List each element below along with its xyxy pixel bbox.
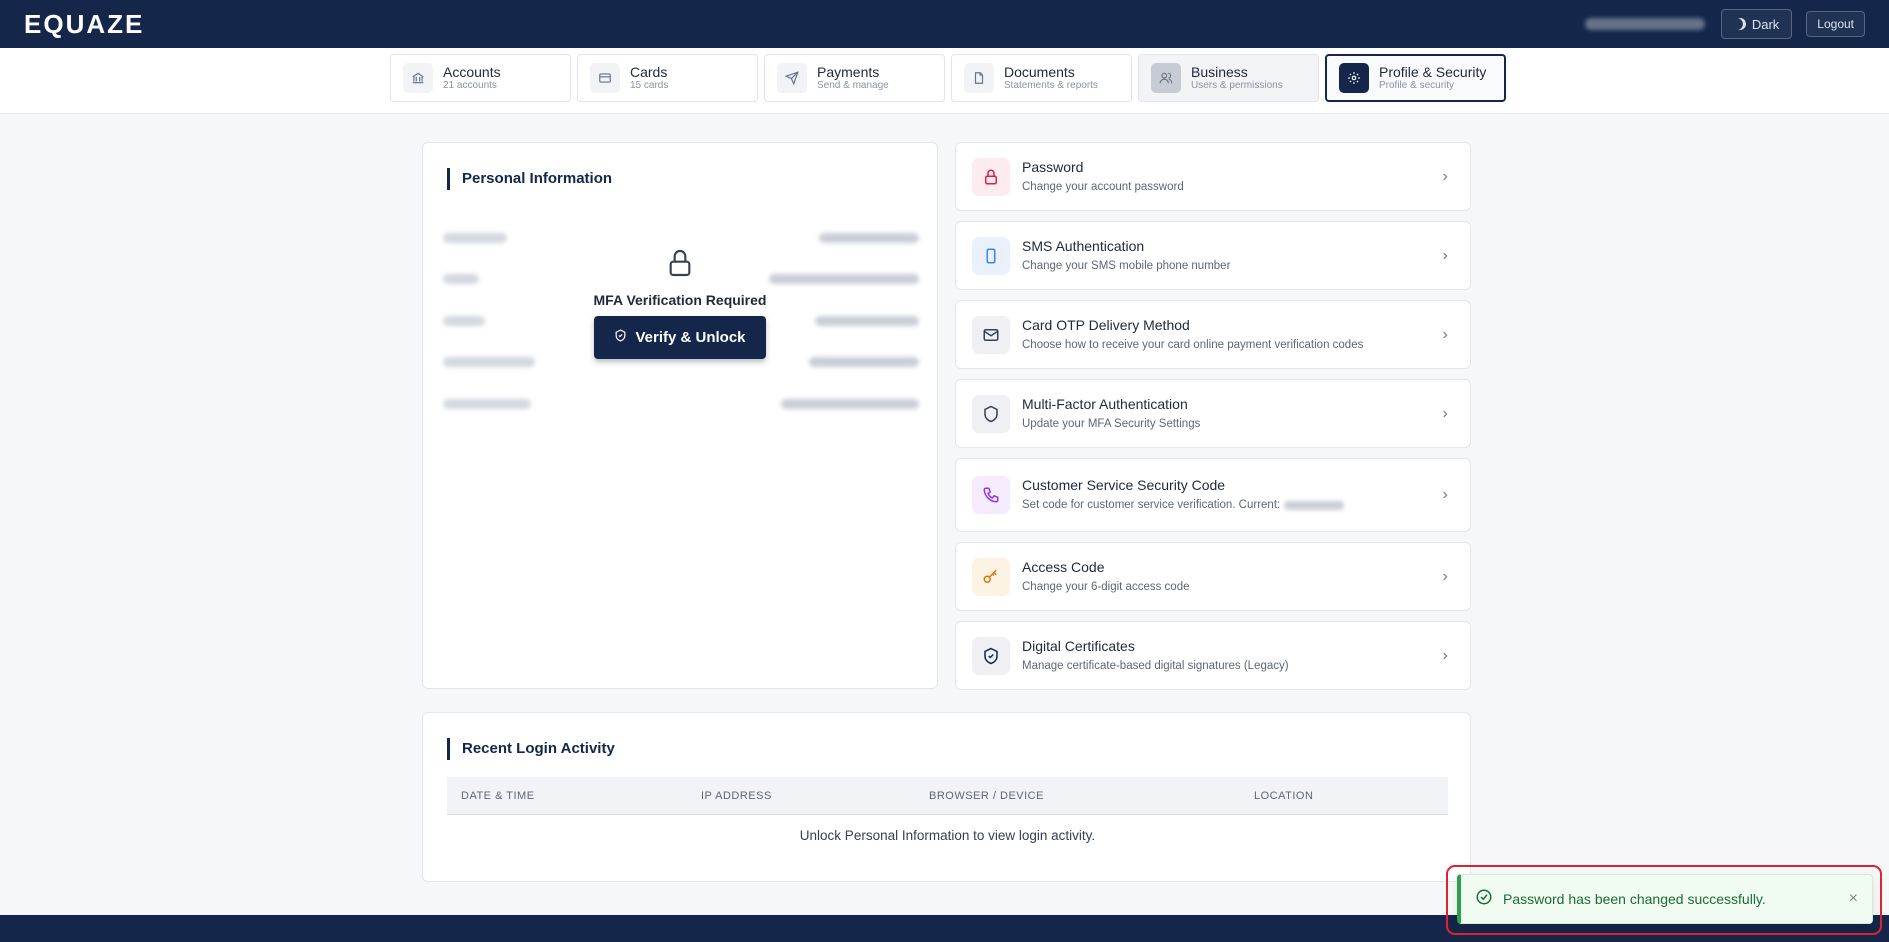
phone-call-icon — [972, 476, 1010, 514]
logo: EQUAZE — [24, 8, 145, 39]
column-header: LOCATION — [1254, 789, 1314, 802]
tab-subtitle: Send & manage — [817, 80, 889, 92]
phone-icon — [972, 236, 1010, 275]
option-title: Multi-Factor Authentication — [1022, 395, 1188, 412]
option-subtitle: Change your 6-digit access code — [1022, 580, 1190, 593]
option-subtitle: Set code for customer service verificati… — [1022, 499, 1281, 512]
option-title: SMS Authentication — [1022, 237, 1145, 254]
shield-icon — [972, 394, 1010, 433]
header-actions: Dark Logout — [1584, 9, 1865, 39]
check-circle-icon — [1475, 888, 1493, 911]
mail-icon — [972, 315, 1010, 354]
tab-accounts[interactable]: Accounts 21 accounts — [390, 54, 571, 102]
bank-icon — [403, 63, 433, 93]
option-subtitle: Change your account password — [1022, 180, 1184, 193]
personal-info-title: Personal Information — [447, 168, 612, 190]
login-activity-table-header: DATE & TIME IP ADDRESS BROWSER / DEVICE … — [447, 777, 1448, 815]
tab-title: Profile & Security — [1379, 63, 1487, 80]
tab-subtitle: Users & permissions — [1191, 80, 1283, 92]
option-title: Card OTP Delivery Method — [1022, 316, 1190, 333]
user-name-redacted — [1584, 18, 1705, 30]
dark-mode-label: Dark — [1751, 16, 1780, 32]
users-icon — [1151, 63, 1181, 93]
column-header: DATE & TIME — [461, 789, 535, 802]
tab-title: Accounts — [443, 63, 501, 80]
option-title: Digital Certificates — [1022, 637, 1135, 654]
personal-info-card: Personal Information MFA Verification Re… — [422, 142, 938, 689]
nav-bar: Accounts 21 accounts Cards 15 cards Paym… — [0, 48, 1889, 114]
tab-title: Business — [1191, 63, 1248, 80]
tab-subtitle: 15 cards — [630, 80, 669, 92]
tab-subtitle: 21 accounts — [443, 80, 497, 92]
option-subtitle: Change your SMS mobile phone number — [1022, 259, 1231, 272]
credit-card-icon — [590, 63, 620, 93]
tab-documents[interactable]: Documents Statements & reports — [951, 54, 1132, 102]
toast-message: Password has been changed successfully. — [1503, 891, 1766, 907]
dark-mode-button[interactable]: Dark — [1720, 9, 1793, 39]
tab-title: Payments — [817, 63, 880, 80]
tab-cards[interactable]: Cards 15 cards — [577, 54, 758, 102]
key-icon — [972, 557, 1010, 596]
chevron-right-icon — [1436, 168, 1454, 186]
success-toast: Password has been changed successfully. … — [1457, 874, 1873, 924]
option-title: Password — [1022, 158, 1084, 175]
mfa-lock-overlay: MFA Verification Required Verify & Unloc… — [423, 247, 937, 359]
shield-icon — [614, 329, 627, 346]
option-subtitle: Choose how to receive your card online p… — [1022, 338, 1364, 351]
gear-icon — [1339, 63, 1369, 93]
top-bar: EQUAZE Dark Logout — [0, 0, 1889, 48]
logout-button[interactable]: Logout — [1806, 11, 1865, 37]
chevron-right-icon — [1436, 647, 1454, 665]
tab-subtitle: Statements & reports — [1004, 80, 1098, 92]
tab-subtitle: Profile & security — [1379, 80, 1455, 92]
security-option-card-otp[interactable]: Card OTP Delivery Method Choose how to r… — [955, 300, 1471, 369]
tab-payments[interactable]: Payments Send & manage — [764, 54, 945, 102]
security-option-access-code[interactable]: Access Code Change your 6-digit access c… — [955, 542, 1471, 611]
shield-check-icon — [972, 636, 1010, 675]
chevron-right-icon — [1436, 326, 1454, 344]
tab-profile-security[interactable]: Profile & Security Profile & security — [1325, 54, 1506, 102]
option-title: Access Code — [1022, 558, 1105, 575]
toast-close-button[interactable]: × — [1849, 890, 1858, 908]
security-option-password[interactable]: Password Change your account password — [955, 142, 1471, 211]
moon-icon — [1732, 16, 1747, 31]
lock-icon — [972, 157, 1010, 196]
verify-unlock-button[interactable]: Verify & Unlock — [594, 316, 766, 359]
tab-title: Cards — [630, 63, 668, 80]
lock-icon — [664, 247, 696, 284]
security-option-sms[interactable]: SMS Authentication Change your SMS mobil… — [955, 221, 1471, 290]
option-subtitle: Manage certificate-based digital signatu… — [1022, 659, 1289, 672]
tab-business[interactable]: Business Users & permissions — [1138, 54, 1319, 102]
chevron-right-icon — [1436, 486, 1454, 504]
login-activity-card: Recent Login Activity DATE & TIME IP ADD… — [422, 712, 1471, 882]
chevron-right-icon — [1436, 405, 1454, 423]
chevron-right-icon — [1436, 247, 1454, 265]
login-activity-empty-message: Unlock Personal Information to view logi… — [799, 827, 1096, 843]
option-subtitle: Update your MFA Security Settings — [1022, 417, 1201, 430]
mfa-required-title: MFA Verification Required — [593, 292, 767, 308]
security-option-digital-certificates[interactable]: Digital Certificates Manage certificate-… — [955, 621, 1471, 690]
login-activity-title: Recent Login Activity — [447, 738, 615, 760]
column-header: BROWSER / DEVICE — [929, 789, 1044, 802]
tab-title: Documents — [1004, 63, 1075, 80]
chevron-right-icon — [1436, 568, 1454, 586]
column-header: IP ADDRESS — [701, 789, 772, 802]
send-icon — [777, 63, 807, 93]
document-icon — [964, 63, 994, 93]
info-row-redacted — [443, 383, 919, 425]
option-subtitle-wrap: Set code for customer service verificati… — [1022, 498, 1436, 514]
verify-unlock-label: Verify & Unlock — [635, 329, 746, 346]
nav-tabs: Accounts 21 accounts Cards 15 cards Paym… — [390, 54, 1506, 102]
security-code-redacted — [1284, 501, 1345, 511]
security-option-customer-service-code[interactable]: Customer Service Security Code Set code … — [955, 458, 1471, 532]
security-option-mfa[interactable]: Multi-Factor Authentication Update your … — [955, 379, 1471, 448]
option-title: Customer Service Security Code — [1022, 477, 1226, 494]
